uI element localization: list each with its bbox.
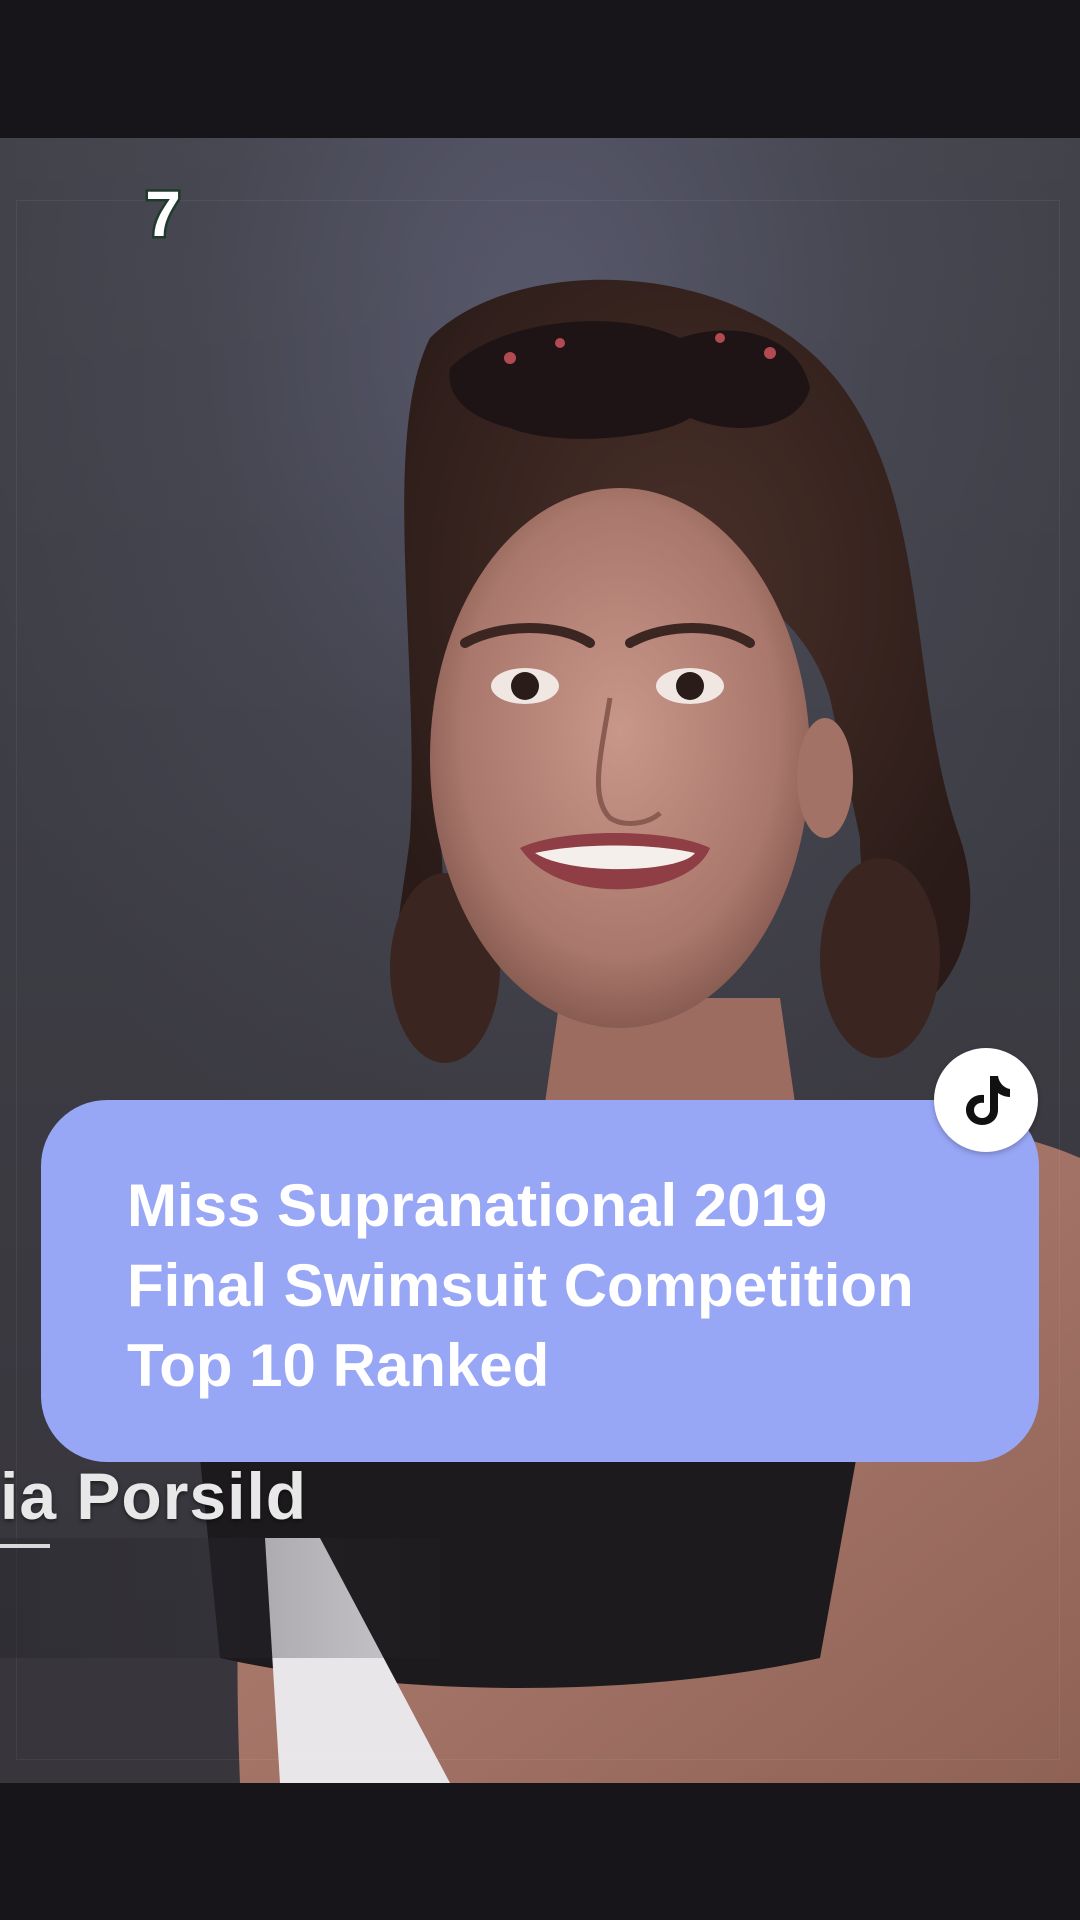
- caption-card: Miss Supranational 2019 Final Swimsuit C…: [41, 1100, 1039, 1462]
- contestant-name-overlay: ia Porsild: [0, 1459, 308, 1533]
- top-letterbox: [0, 0, 1080, 138]
- bottom-letterbox: [0, 1783, 1080, 1920]
- video-post-screen: ia Porsild 7 Miss Supranational 2019 Fin…: [0, 0, 1080, 1920]
- channel-7-logo-icon: 7: [128, 176, 198, 253]
- caption-line-1: Miss Supranational 2019: [127, 1172, 828, 1239]
- tiktok-logo-icon: [966, 1076, 1010, 1125]
- caption-line-3: Top 10 Ranked: [127, 1332, 550, 1399]
- lower-third-strip: [0, 1538, 440, 1658]
- tiktok-logo-button[interactable]: [934, 1048, 1038, 1152]
- svg-text:7: 7: [145, 180, 181, 250]
- caption-line-2: Final Swimsuit Competition: [127, 1252, 914, 1319]
- video-player[interactable]: [0, 138, 1080, 1783]
- lower-third-rule: [0, 1544, 50, 1548]
